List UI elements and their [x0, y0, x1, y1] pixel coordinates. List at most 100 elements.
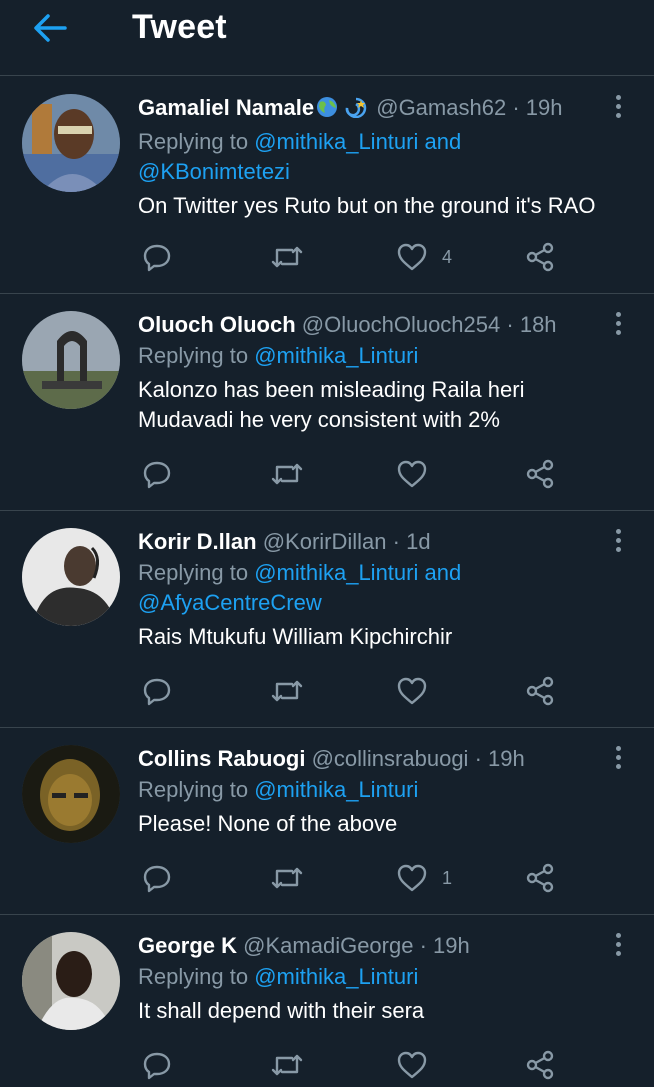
mention-link[interactable]: @KBonimtetezi — [138, 159, 290, 184]
comment-icon — [143, 1052, 171, 1080]
retweet-icon — [271, 1054, 303, 1076]
avatar[interactable] — [22, 932, 120, 1030]
globe-emoji — [314, 96, 342, 125]
handle[interactable]: @collinsrabuogi — [312, 746, 469, 771]
tweet-actions — [138, 674, 578, 708]
comment-icon — [143, 865, 171, 893]
tweet-text: Rais Mtukufu William Kipchirchir — [138, 624, 453, 649]
tweet-actions: 1 — [138, 861, 578, 895]
handle[interactable]: @OluochOluoch254 — [302, 312, 500, 337]
back-button[interactable] — [30, 8, 70, 48]
top-bar: Tweet — [0, 0, 654, 76]
retweet-icon — [271, 246, 303, 268]
replying-to-label: Replying to — [138, 129, 255, 154]
like-button[interactable]: 4 — [396, 240, 452, 274]
tweet[interactable]: Gamaliel Namale @Gamash62 · 19h Replying… — [0, 77, 654, 294]
replying-to-label: Replying to — [138, 777, 255, 802]
dizzy-emoji — [342, 96, 370, 125]
more-options-button[interactable] — [610, 308, 626, 338]
display-name[interactable]: George K — [138, 933, 237, 958]
separator-dot: · — [506, 312, 514, 337]
tweet[interactable]: George K @KamadiGeorge · 19h Replying to… — [0, 915, 654, 1087]
avatar[interactable] — [22, 311, 120, 409]
separator-dot: · — [474, 746, 482, 771]
avatar[interactable] — [22, 94, 120, 192]
share-icon — [526, 676, 554, 706]
mention-link[interactable]: @mithika_Linturi — [254, 777, 418, 802]
share-button[interactable] — [524, 861, 556, 895]
display-name[interactable]: Gamaliel Namale — [138, 95, 314, 120]
tweet[interactable]: Collins Rabuogi @collinsrabuogi · 19h Re… — [0, 728, 654, 915]
heart-icon — [397, 1051, 427, 1079]
heart-icon — [397, 243, 427, 271]
separator-dot: · — [419, 933, 427, 958]
avatar[interactable] — [22, 745, 120, 843]
replying-to-label: Replying to — [138, 964, 255, 989]
timestamp[interactable]: 19h — [488, 746, 525, 771]
comment-icon — [143, 244, 171, 272]
share-button[interactable] — [524, 457, 556, 491]
retweet-button[interactable] — [270, 240, 304, 274]
mention-link[interactable]: @mithika_Linturi — [254, 964, 418, 989]
comment-icon — [143, 461, 171, 489]
tweet-header: George K @KamadiGeorge · 19h — [138, 932, 606, 960]
timestamp[interactable]: 19h — [433, 933, 470, 958]
avatar[interactable] — [22, 528, 120, 626]
reply-button[interactable] — [142, 457, 172, 491]
reply-button[interactable] — [142, 1048, 172, 1082]
replying-to-label: Replying to — [138, 343, 255, 368]
retweet-button[interactable] — [270, 674, 304, 708]
display-name[interactable]: Korir D.llan — [138, 529, 257, 554]
like-count: 1 — [442, 867, 453, 888]
share-button[interactable] — [524, 1048, 556, 1082]
share-button[interactable] — [524, 240, 556, 274]
mention-link[interactable]: @mithika_Linturi and — [254, 560, 461, 585]
more-options-button[interactable] — [610, 525, 626, 555]
share-button[interactable] — [524, 674, 556, 708]
separator-dot: · — [512, 95, 520, 120]
reply-button[interactable] — [142, 240, 172, 274]
timestamp[interactable]: 19h — [526, 95, 563, 120]
reply-button[interactable] — [142, 674, 172, 708]
comment-icon — [143, 678, 171, 706]
tweet-text: It shall depend with their sera — [138, 998, 425, 1023]
replying-to: Replying to @mithika_Linturi and @AfyaCe… — [138, 558, 606, 618]
tweet-text: Please! None of the above — [138, 811, 398, 836]
separator-dot: · — [392, 529, 400, 554]
replying-to: Replying to @mithika_Linturi and @KBonim… — [138, 127, 606, 187]
timestamp[interactable]: 18h — [520, 312, 557, 337]
mention-link[interactable]: @mithika_Linturi and — [254, 129, 461, 154]
mention-link[interactable]: @mithika_Linturi — [254, 343, 418, 368]
mention-link[interactable]: @AfyaCentreCrew — [138, 590, 322, 615]
like-count: 4 — [442, 246, 453, 267]
like-button[interactable] — [396, 457, 442, 491]
retweet-button[interactable] — [270, 861, 304, 895]
tweet[interactable]: Oluoch Oluoch @OluochOluoch254 · 18h Rep… — [0, 294, 654, 511]
tweet[interactable]: Korir D.llan @KorirDillan · 1d Replying … — [0, 511, 654, 728]
heart-icon — [397, 864, 427, 892]
retweet-button[interactable] — [270, 1048, 304, 1082]
display-name[interactable]: Oluoch Oluoch — [138, 312, 296, 337]
like-button[interactable] — [396, 1048, 442, 1082]
retweet-icon — [271, 463, 303, 485]
handle[interactable]: @KorirDillan — [263, 529, 387, 554]
reply-list: Gamaliel Namale @Gamash62 · 19h Replying… — [0, 77, 654, 1087]
like-button[interactable] — [396, 674, 442, 708]
handle[interactable]: @Gamash62 — [376, 95, 506, 120]
reply-button[interactable] — [142, 861, 172, 895]
tweet-actions — [138, 1048, 578, 1082]
tweet-header: Gamaliel Namale @Gamash62 · 19h — [138, 94, 606, 125]
replying-to-label: Replying to — [138, 560, 255, 585]
like-button[interactable]: 1 — [396, 861, 452, 895]
retweet-button[interactable] — [270, 457, 304, 491]
share-icon — [526, 242, 554, 272]
more-options-button[interactable] — [610, 742, 626, 772]
retweet-icon — [271, 867, 303, 889]
more-options-button[interactable] — [610, 929, 626, 959]
more-options-button[interactable] — [610, 91, 626, 121]
display-name[interactable]: Collins Rabuogi — [138, 746, 305, 771]
tweet-header: Collins Rabuogi @collinsrabuogi · 19h — [138, 745, 606, 773]
page-title: Tweet — [132, 8, 227, 46]
handle[interactable]: @KamadiGeorge — [243, 933, 413, 958]
timestamp[interactable]: 1d — [406, 529, 430, 554]
